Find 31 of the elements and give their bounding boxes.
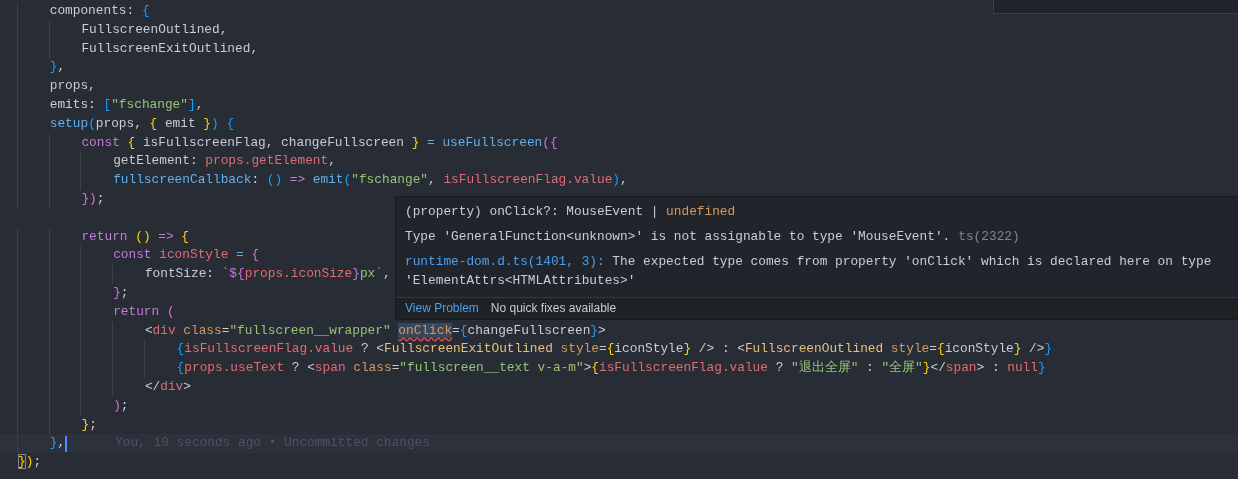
code-line: }); [18,189,105,209]
code-line: fullscreenCallback: () => emit("fschange", isFullscreenFlag.value), [18,171,628,190]
status-note: No quick fixes available [490,300,617,317]
code-line: getElement: props.getElement, [18,152,336,172]
code-line: return () => { [18,227,189,247]
code-line: setup(props, { emit }) { [18,114,235,134]
code-line: }, [18,434,66,454]
code-line: emits: ["fschange"], [18,96,204,115]
type-signature: (property) onClick?: MouseEvent | undefined [405,203,737,221]
code-line: }); [18,453,42,472]
code-line: ); [18,396,129,416]
related-information: runtime-dom.d.ts(1401, 3): The expected type comes from property 'onClick' which is declared here on type 'ElementAttrs<HTMLAttributes>' [405,253,1213,290]
file-link[interactable]: runtime-dom.d.ts(1401, 3): [405,254,605,269]
code-line: }; [18,283,129,303]
code-line: FullscreenOutlined, [18,20,228,40]
code-line: }, [18,58,66,78]
error-message: Type 'GeneralFunction<unknown>' is not assignable to type 'MouseEvent'. [405,229,951,244]
code-line: const iconStyle = { [18,246,260,266]
code-line: props, [18,77,96,96]
code-line: {isFullscreenFlag.value ? <FullscreenExitOutlined style={iconStyle} /> : <FullscreenOutlined style={iconStyle} />} [18,340,1053,360]
code-line: {props.useText ? <span class="fullscreen__text v-a-m">{isFullscreenFlag.value ? "退出全屏" : "全屏"}</span> : null} [18,359,1046,378]
code-line: FullscreenExitOutlined, [18,39,259,59]
error-code: ts(2322) [958,229,1020,244]
code-line: fontSize: `${props.iconSize}px`, [18,265,391,284]
code-line: </div> [18,377,191,397]
code-line: const { isFullscreenFlag, changeFullscreen } = useFullscreen({ [18,133,558,153]
code-line: <div class="fullscreen__wrapper" onClick={changeFullscreen}> [18,321,606,341]
view-problem-link[interactable]: View Problem [405,299,479,317]
code-line: return ( [18,302,175,322]
text-cursor [65,435,68,452]
code-line: components: { [18,2,150,21]
